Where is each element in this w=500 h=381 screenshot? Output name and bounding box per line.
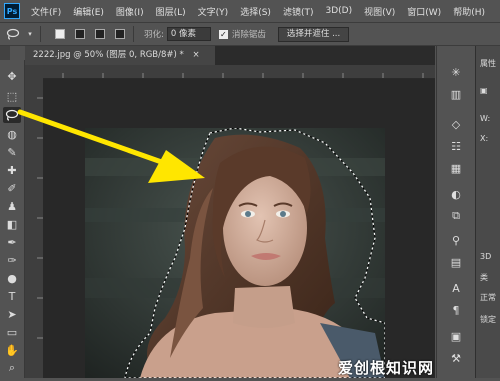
ruler-top: [43, 65, 435, 79]
kind-filter[interactable]: 类: [480, 272, 488, 283]
menu-help[interactable]: 帮助(H): [447, 5, 491, 18]
menu-type[interactable]: 文字(Y): [192, 5, 235, 18]
watermark: 爱创根知识网: [338, 357, 434, 378]
tools-panel: ✥ ⬚ ◍ ✎ ✚ ✐ ♟ ◧ ✒ ✑ ● T ➤ ▭ ✋ ⌕: [0, 60, 25, 378]
channels-icon[interactable]: ▤: [447, 254, 465, 270]
document-title: 2222.jpg @ 50% (图层 0, RGB/8#) *: [33, 50, 184, 60]
separator: [133, 26, 134, 42]
clone-stamp-icon[interactable]: ♟: [3, 198, 21, 214]
separator: [40, 26, 41, 42]
paths-icon[interactable]: ⚲: [447, 232, 465, 248]
menu-layer[interactable]: 图层(L): [150, 5, 192, 18]
new-selection-icon[interactable]: [53, 27, 67, 41]
menu-3d[interactable]: 3D(D): [319, 6, 358, 16]
swatches-icon[interactable]: ▦: [447, 160, 465, 176]
photo-canvas[interactable]: [85, 127, 386, 379]
width-label: W:: [480, 114, 491, 123]
feather-input[interactable]: 0 像素: [166, 27, 211, 41]
character-icon[interactable]: A: [447, 280, 465, 296]
subtract-selection-icon[interactable]: [93, 27, 107, 41]
history-brush-icon[interactable]: ✒: [3, 234, 21, 250]
menu-edit[interactable]: 编辑(E): [67, 5, 110, 18]
eraser-icon[interactable]: ◧: [3, 216, 21, 232]
close-icon[interactable]: ×: [193, 50, 200, 60]
libraries-icon[interactable]: ▣: [447, 328, 465, 344]
ruler-corner: [25, 65, 43, 79]
healing-brush-icon[interactable]: ✚: [3, 162, 21, 178]
lock-label: 锁定: [480, 315, 496, 324]
blur-icon[interactable]: ●: [3, 270, 21, 286]
options-bar: ▾ 羽化: 0 像素 ✓ 消除锯齿 选择并遮住 ...: [0, 22, 500, 46]
select-and-mask-button[interactable]: 选择并遮住 ...: [277, 26, 350, 42]
menu-window[interactable]: 窗口(W): [401, 5, 447, 18]
type-icon[interactable]: T: [3, 288, 21, 304]
navigator-icon[interactable]: ✳: [447, 64, 465, 80]
layer-thumb-icon: ▣: [480, 86, 488, 95]
menu-view[interactable]: 视图(V): [358, 5, 401, 18]
menu-bar: Ps 文件(F) 编辑(E) 图像(I) 图层(L) 文字(Y) 选择(S) 滤…: [0, 0, 500, 22]
lasso-preset-icon[interactable]: [6, 27, 20, 41]
layer-comps-icon[interactable]: ⧉: [447, 208, 465, 224]
paragraph-icon[interactable]: ¶: [447, 302, 465, 318]
ruler-left: [25, 78, 44, 378]
histogram-icon[interactable]: ▥: [447, 86, 465, 102]
menu-image[interactable]: 图像(I): [110, 5, 150, 18]
properties-title: 属性: [480, 59, 496, 68]
photoshop-logo: Ps: [4, 3, 20, 19]
zoom-icon[interactable]: ⌕: [3, 360, 21, 376]
pen-icon[interactable]: ✑: [3, 252, 21, 268]
menu-file[interactable]: 文件(F): [25, 5, 67, 18]
menu-select[interactable]: 选择(S): [234, 5, 277, 18]
document-tab[interactable]: 2222.jpg @ 50% (图层 0, RGB/8#) * ×: [25, 46, 215, 65]
hand-icon[interactable]: ✋: [3, 342, 21, 358]
blend-mode-select[interactable]: 正常: [480, 292, 496, 303]
rectangle-icon[interactable]: ▭: [3, 324, 21, 340]
menu-filter[interactable]: 滤镜(T): [277, 5, 320, 18]
quick-select-icon[interactable]: ◍: [3, 126, 21, 142]
brush-icon[interactable]: ✐: [3, 180, 21, 196]
antialias-checkbox[interactable]: ✓: [218, 29, 228, 39]
move-icon[interactable]: ✥: [3, 68, 21, 84]
color-icon[interactable]: ◐: [447, 186, 465, 202]
add-selection-icon[interactable]: [73, 27, 87, 41]
x-label: X:: [480, 134, 489, 143]
properties-panel: 属性 ▣ W: X: 3D 类 正常 锁定: [475, 46, 500, 378]
panel-icons-column: ✳ ▥ ◇ ☷ ▦ ◐ ⧉ ⚲ ▤ A ¶ ▣ ⚒: [436, 46, 475, 378]
intersect-selection-icon[interactable]: [113, 27, 127, 41]
adjustments-icon[interactable]: ◇: [447, 116, 465, 132]
marquee-icon[interactable]: ⬚: [3, 88, 21, 104]
tab-3d[interactable]: 3D: [480, 252, 491, 261]
eyedropper-icon[interactable]: ✎: [3, 144, 21, 160]
lasso-icon[interactable]: [3, 107, 21, 123]
chevron-down-icon[interactable]: ▾: [26, 27, 34, 41]
path-select-icon[interactable]: ➤: [3, 306, 21, 322]
antialias-label: 消除锯齿: [231, 30, 266, 40]
feather-label: 羽化:: [144, 30, 164, 40]
watermark-text: 爱创根知识网: [338, 359, 435, 377]
brushes-icon[interactable]: ⚒: [447, 350, 465, 366]
styles-icon[interactable]: ☷: [447, 138, 465, 154]
